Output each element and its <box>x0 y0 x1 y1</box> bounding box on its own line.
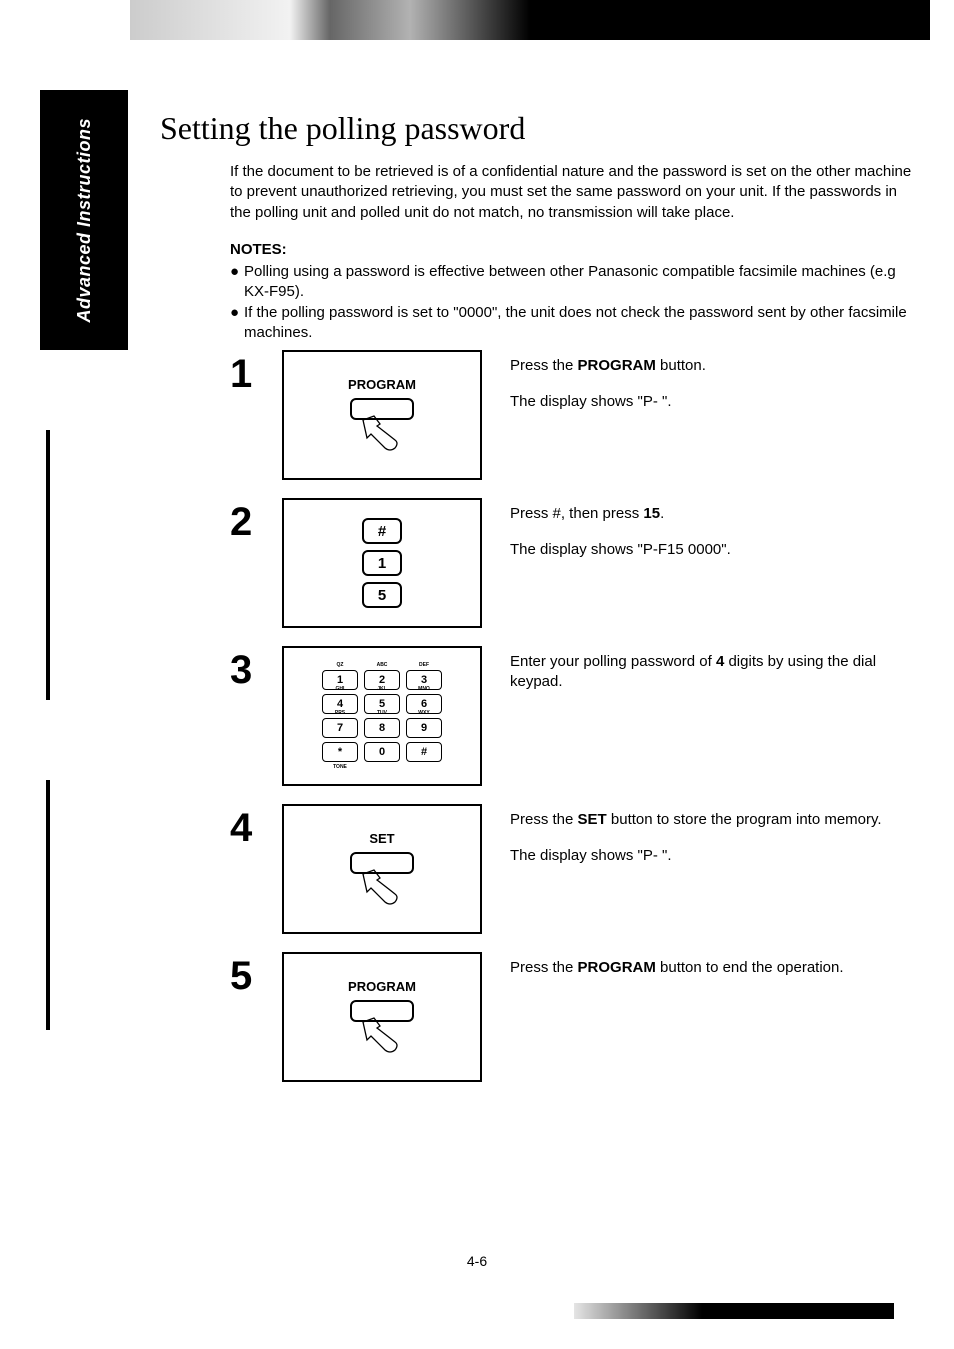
keypad-key-icon: 9WXY <box>406 718 442 738</box>
step-number: 3 <box>230 646 282 690</box>
keypad-key-icon: *TONE <box>322 742 358 762</box>
intro-text: If the document to be retrieved is of a … <box>230 162 920 223</box>
step-description: Press the SET button to store the progra… <box>482 804 930 883</box>
dial-keypad-icon: 1QZ2ABC3DEF4GHI5JKL6MNO7PRS8TUV9WXY*TONE… <box>322 670 442 762</box>
step-row: 4 SET Press the SET button to store the … <box>230 804 930 934</box>
manual-page: Advanced Instructions Setting the pollin… <box>0 0 954 1349</box>
scan-noise-bottom <box>574 1303 894 1319</box>
section-tab-label: Advanced Instructions <box>74 118 95 323</box>
step-description: Press #, then press 15. The display show… <box>482 498 930 577</box>
note-text: If the polling password is set to "0000"… <box>244 303 920 344</box>
step-diagram: PROGRAM <box>282 952 482 1082</box>
note-text: Polling using a password is effective be… <box>244 262 920 303</box>
step-diagram: 1QZ2ABC3DEF4GHI5JKL6MNO7PRS8TUV9WXY*TONE… <box>282 646 482 786</box>
digit-key-icon: 5 <box>362 582 402 608</box>
step-row: 1 PROGRAM Press the PROGRAM button. The … <box>230 350 930 480</box>
keypad-key-icon: 0 <box>364 742 400 762</box>
button-label: PROGRAM <box>348 377 416 392</box>
notes-heading: NOTES: <box>230 241 287 258</box>
notes-list: ● Polling using a password is effective … <box>230 262 920 343</box>
scan-noise-top <box>130 0 930 40</box>
keypad-key-icon: 8TUV <box>364 718 400 738</box>
steps-container: 1 PROGRAM Press the PROGRAM button. The … <box>230 350 930 1100</box>
step-description: Press the PROGRAM button to end the oper… <box>482 952 930 994</box>
page-edge-rule <box>46 430 50 700</box>
finger-press-icon <box>360 1016 404 1056</box>
step-number: 4 <box>230 804 282 848</box>
step-diagram: PROGRAM <box>282 350 482 480</box>
page-number: 4-6 <box>0 1253 954 1269</box>
finger-press-icon <box>360 868 404 908</box>
bullet-icon: ● <box>230 303 244 344</box>
digit-key-icon: 1 <box>362 550 402 576</box>
step-diagram: SET <box>282 804 482 934</box>
page-edge-rule <box>46 780 50 1030</box>
finger-press-icon <box>360 414 404 454</box>
section-tab: Advanced Instructions <box>40 90 128 350</box>
note-item: ● Polling using a password is effective … <box>230 262 920 303</box>
step-number: 2 <box>230 498 282 542</box>
page-title: Setting the polling password <box>160 110 525 147</box>
step-number: 5 <box>230 952 282 996</box>
button-label: SET <box>369 831 394 846</box>
step-description: Press the PROGRAM button. The display sh… <box>482 350 930 429</box>
step-row: 3 1QZ2ABC3DEF4GHI5JKL6MNO7PRS8TUV9WXY*TO… <box>230 646 930 786</box>
note-item: ● If the polling password is set to "000… <box>230 303 920 344</box>
step-number: 1 <box>230 350 282 394</box>
hash-key-icon: # <box>362 518 402 544</box>
keypad-key-icon: 7PRS <box>322 718 358 738</box>
step-diagram: # 1 5 <box>282 498 482 628</box>
bullet-icon: ● <box>230 262 244 303</box>
step-row: 2 # 1 5 Press #, then press 15. The disp… <box>230 498 930 628</box>
step-row: 5 PROGRAM Press the PROGRAM button to en… <box>230 952 930 1082</box>
keypad-key-icon: # <box>406 742 442 762</box>
step-description: Enter your polling password of 4 digits … <box>482 646 930 709</box>
button-label: PROGRAM <box>348 979 416 994</box>
